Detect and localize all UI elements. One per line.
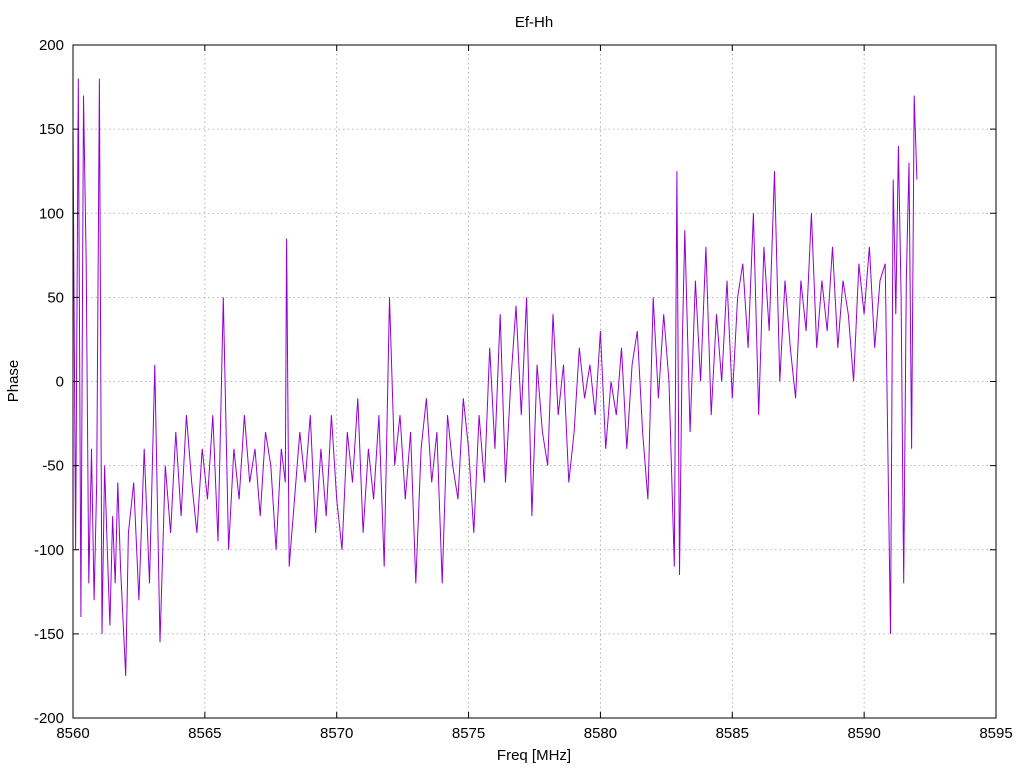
x-tick-label: 8560 [56,725,89,742]
y-tick-label: -100 [34,542,64,559]
y-tick-label: 100 [39,205,64,222]
ticks: 8560 8565 8570 8575 8580 8585 8590 8595 200 150 10… [34,37,1013,742]
y-tick-label: -150 [34,626,64,643]
plot-frame [72,44,997,719]
x-tick-label: 8570 [320,725,353,742]
x-tick-label: 8595 [979,725,1012,742]
x-tick-label: 8575 [452,725,485,742]
x-tick-label: 8590 [847,725,880,742]
y-tick-label: -200 [34,710,64,727]
chart-title: Ef-Hh [515,14,553,31]
x-tick-label: 8565 [188,725,221,742]
y-tick-label: 0 [56,374,64,391]
y-tick-label: 150 [39,121,64,138]
x-tick-label: 8585 [716,725,749,742]
y-tick-label: 50 [47,289,64,306]
series-layer [72,78,918,676]
grid [73,45,996,718]
y-tick-label: 200 [39,37,64,54]
series-line [72,78,918,676]
phase-chart: 8560 8565 8570 8575 8580 8585 8590 8595 200 150 10… [5,14,1013,764]
y-axis-label: Phase [5,360,22,403]
y-tick-label: -50 [42,458,64,475]
x-tick-label: 8580 [584,725,617,742]
x-axis-label: Freq [MHz] [497,747,571,764]
